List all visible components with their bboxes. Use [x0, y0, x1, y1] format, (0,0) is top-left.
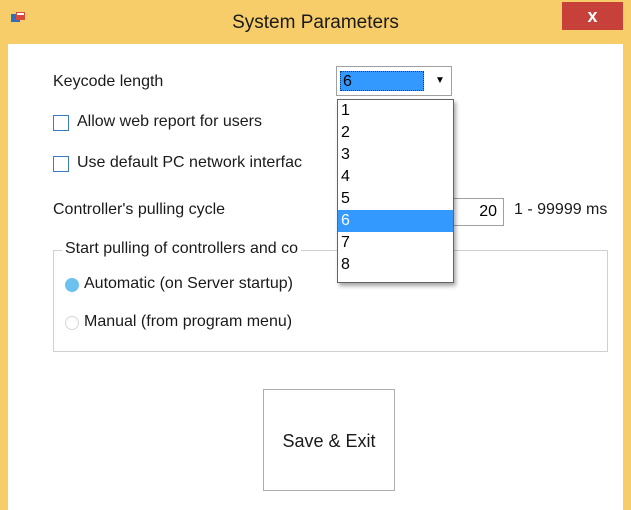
manual-radio[interactable] [65, 316, 79, 330]
close-button[interactable]: x [562, 2, 623, 30]
default-network-interface-label[interactable]: Use default PC network interfac [77, 154, 302, 172]
allow-web-report-label[interactable]: Allow web report for users [77, 113, 262, 131]
keycode-length-combobox[interactable]: 6 ▼ [336, 66, 452, 96]
keycode-option-2[interactable]: 2 [338, 122, 453, 144]
window-title: System Parameters [232, 12, 399, 33]
keycode-option-8[interactable]: 8 [338, 254, 453, 276]
start-pulling-groupbox: Start pulling of controllers and co Auto… [53, 240, 608, 352]
keycode-length-label: Keycode length [53, 73, 164, 90]
keycode-length-dropdown-list: 1 2 3 4 5 6 7 8 [337, 99, 454, 283]
keycode-option-6[interactable]: 6 [338, 210, 453, 232]
default-network-interface-checkbox[interactable] [53, 156, 69, 172]
title-bar[interactable]: System Parameters x [0, 0, 631, 44]
pulling-cycle-input[interactable]: 20 [448, 198, 504, 226]
dialog-body: Keycode length 6 ▼ Allow web report for … [8, 44, 623, 510]
automatic-radio[interactable] [65, 278, 79, 292]
pulling-cycle-label: Controller's pulling cycle [53, 201, 226, 218]
pulling-cycle-value: 20 [479, 203, 497, 220]
system-parameters-window: System Parameters x Keycode length 6 ▼ A… [0, 0, 631, 510]
allow-web-report-checkbox[interactable] [53, 115, 69, 131]
keycode-option-7[interactable]: 7 [338, 232, 453, 254]
keycode-option-4[interactable]: 4 [338, 166, 453, 188]
pulling-cycle-range-label: 1 - 99999 ms [514, 201, 608, 218]
manual-radio-label[interactable]: Manual (from program menu) [84, 313, 292, 331]
start-pulling-legend: Start pulling of controllers and co [62, 240, 302, 258]
keycode-option-1[interactable]: 1 [338, 100, 453, 122]
keycode-selected-value: 6 [340, 71, 424, 91]
save-and-exit-button[interactable]: Save & Exit [263, 389, 395, 491]
keycode-option-5[interactable]: 5 [338, 188, 453, 210]
chevron-down-icon[interactable]: ▼ [433, 71, 447, 91]
automatic-radio-label[interactable]: Automatic (on Server startup) [84, 275, 293, 293]
keycode-option-3[interactable]: 3 [338, 144, 453, 166]
